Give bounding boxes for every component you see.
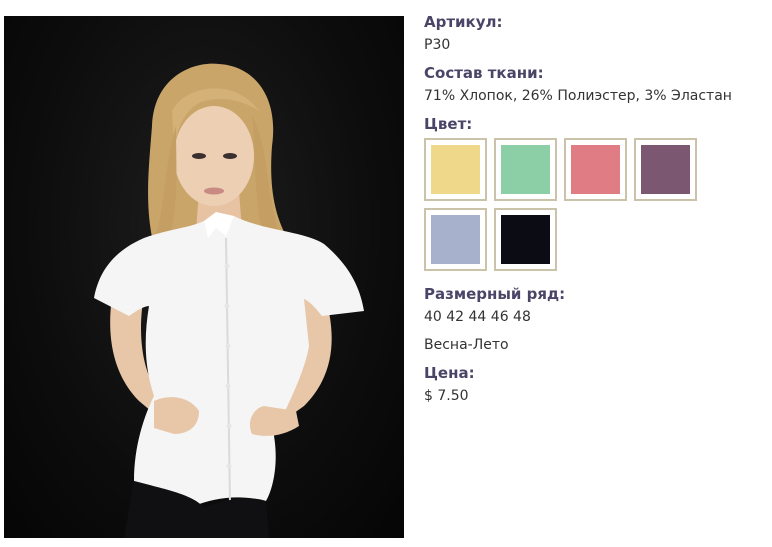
color-swatch-fill [641,145,690,194]
fabric-block: Состав ткани: 71% Хлопок, 26% Полиэстер,… [424,63,764,106]
color-swatch-mauve[interactable] [634,138,697,201]
color-swatch-black[interactable] [494,208,557,271]
color-swatch-fill [501,215,550,264]
article-block: Артикул: Р30 [424,12,764,55]
color-swatch-fill [431,145,480,194]
season-text: Весна-Лето [424,337,509,353]
color-block: Цвет: [424,114,764,278]
color-swatch-yellow[interactable] [424,138,487,201]
price-block: Цена: $ 7.50 [424,363,764,406]
color-swatches [424,138,769,278]
color-swatch-pink[interactable] [564,138,627,201]
price-value: $ 7.50 [424,388,469,404]
sizes-value: 40 42 44 46 48 [424,309,531,325]
price-label: Цена: [424,364,475,382]
article-label: Артикул: [424,13,503,31]
sizes-block: Размерный ряд: 40 42 44 46 48 [424,284,764,327]
fabric-value: 71% Хлопок, 26% Полиэстер, 3% Эластан [424,88,732,104]
fabric-label: Состав ткани: [424,64,544,82]
color-swatch-fill [431,215,480,264]
color-swatch-fill [571,145,620,194]
product-details: Артикул: Р30 Состав ткани: 71% Хлопок, 2… [424,12,764,414]
product-photo [4,16,404,538]
color-swatch-fill [501,145,550,194]
model-in-white-blouse-image [94,63,364,538]
article-value: Р30 [424,37,451,53]
color-swatch-mint[interactable] [494,138,557,201]
sizes-label: Размерный ряд: [424,285,566,303]
color-label: Цвет: [424,115,473,133]
color-swatch-lavender-blue[interactable] [424,208,487,271]
